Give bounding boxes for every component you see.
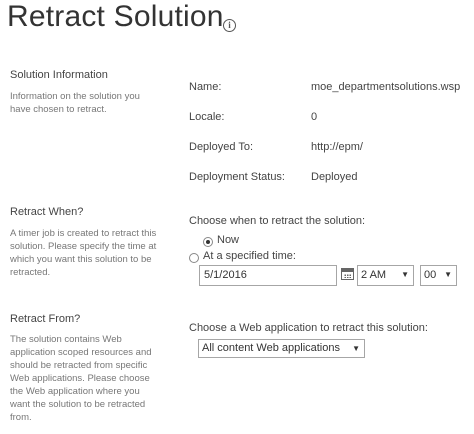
radio-specified-time-label[interactable]: At a specified time: xyxy=(203,250,296,262)
page-title: Retract Solution xyxy=(7,0,224,33)
calendar-icon[interactable] xyxy=(341,268,354,280)
deployed-to-label: Deployed To: xyxy=(189,141,254,153)
webapp-select-value: All content Web applications xyxy=(202,342,340,354)
section-title-retract-when: Retract When? xyxy=(10,206,84,218)
section-title-retract-from: Retract From? xyxy=(10,313,81,325)
section-description-retract-from: The solution contains Web application sc… xyxy=(10,334,152,423)
locale-label: Locale: xyxy=(189,111,225,123)
webapp-select[interactable]: All content Web applications ▼ xyxy=(198,339,365,358)
hour-select[interactable]: 2 AM ▼ xyxy=(357,265,414,286)
radio-specified-time[interactable] xyxy=(189,253,199,263)
radio-now-label[interactable]: Now xyxy=(217,234,239,246)
hour-select-value: 2 AM xyxy=(361,269,387,281)
section-description-solution-information: Information on the solution you have cho… xyxy=(10,91,140,115)
chevron-down-icon: ▼ xyxy=(444,270,452,279)
section-title-solution-information: Solution Information xyxy=(10,69,108,81)
name-value: moe_departmentsolutions.wsp xyxy=(311,81,461,93)
retract-when-prompt: Choose when to retract the solution: xyxy=(189,215,366,227)
deployment-status-label: Deployment Status: xyxy=(189,171,285,183)
info-icon[interactable]: i xyxy=(223,19,236,32)
retract-from-prompt: Choose a Web application to retract this… xyxy=(189,322,428,334)
minute-select-value: 00 xyxy=(424,269,437,281)
chevron-down-icon: ▼ xyxy=(352,344,360,353)
date-input[interactable]: 5/1/2016 xyxy=(199,265,337,286)
locale-value: 0 xyxy=(311,111,318,123)
name-label: Name: xyxy=(189,81,222,93)
chevron-down-icon: ▼ xyxy=(401,270,409,279)
deployed-to-value: http://epm/ xyxy=(311,141,363,153)
minute-select[interactable]: 00 ▼ xyxy=(420,265,457,286)
deployment-status-value: Deployed xyxy=(311,171,358,183)
section-description-retract-when: A timer job is created to retract this s… xyxy=(10,228,157,278)
radio-now[interactable] xyxy=(203,237,213,247)
